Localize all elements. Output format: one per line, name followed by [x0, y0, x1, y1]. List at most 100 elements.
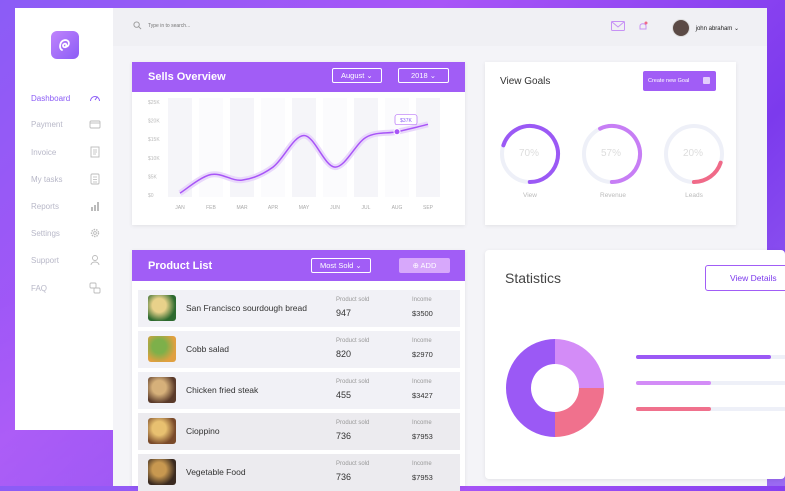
- sidebar-item-reports[interactable]: Reports: [31, 198, 101, 214]
- sidebar-item-label: Reports: [31, 201, 60, 211]
- income-label: Income: [412, 420, 432, 426]
- income-value: $3500: [412, 309, 433, 318]
- statistics-donut-chart: [506, 339, 604, 437]
- sidebar-item-label: Settings: [31, 228, 60, 238]
- y-tick-label: $15K: [148, 137, 160, 143]
- y-tick-label: $0: [148, 193, 154, 199]
- food-thumbnail: [148, 295, 176, 321]
- y-tick-label: $5K: [148, 174, 158, 180]
- product-sold-value: 736: [336, 431, 352, 441]
- product-list-card: Product List Most Sold ⌄ ⊕ ADD San Franc…: [132, 250, 465, 491]
- sidebar-item-my-tasks[interactable]: My tasks: [31, 171, 101, 187]
- income-value: $2970: [412, 350, 433, 359]
- sidebar-item-support[interactable]: Support: [31, 252, 101, 268]
- x-tick-label: AUG: [392, 205, 403, 211]
- sidebar-item-label: Invoice: [31, 147, 57, 157]
- pie-slice[interactable]: [506, 339, 555, 437]
- sells-overview-title: Sells Overview: [148, 71, 226, 83]
- goal-label: Leads: [685, 192, 703, 199]
- x-tick-label: JUL: [362, 205, 371, 211]
- add-product-button[interactable]: ⊕ ADD: [399, 258, 450, 273]
- topbar: john abraham ⌄: [113, 8, 767, 46]
- stat-bar-track: [636, 355, 785, 359]
- sidebar-item-payment[interactable]: Payment: [31, 116, 101, 132]
- goal-percent: 70%: [519, 148, 540, 159]
- x-tick-label: APR: [268, 205, 279, 211]
- food-thumbnail: [148, 459, 176, 485]
- sidebar-item-dashboard[interactable]: Dashboard: [31, 90, 101, 106]
- product-sold-value: 455: [336, 390, 352, 400]
- sidebar-item-label: Support: [31, 255, 60, 265]
- table-row[interactable]: Cobb salad Product sold 820 Income $2970: [138, 331, 460, 368]
- x-tick-label: SEP: [423, 205, 434, 211]
- product-sold-value: 736: [336, 472, 352, 482]
- product-name: Cobb salad: [186, 344, 230, 354]
- product-list-title: Product List: [148, 260, 213, 272]
- faq-icon: [89, 282, 101, 294]
- search-input[interactable]: [146, 21, 270, 30]
- food-thumbnail: [148, 377, 176, 403]
- product-sold-label: Product sold: [336, 297, 370, 303]
- product-name: Cioppino: [186, 426, 220, 436]
- view-details-button[interactable]: View Details: [705, 265, 785, 291]
- income-label: Income: [412, 338, 432, 344]
- view-details-label: View Details: [730, 273, 777, 283]
- sidebar-item-label: FAQ: [31, 283, 48, 293]
- sidebar-item-faq[interactable]: FAQ: [31, 280, 101, 296]
- dashboard-gauge-icon: [90, 96, 100, 102]
- stat-bar-track: [636, 407, 785, 411]
- income-label: Income: [412, 297, 432, 303]
- year-select[interactable]: 2018 ⌄: [398, 68, 450, 83]
- table-row[interactable]: Chicken fried steak Product sold 455 Income…: [138, 372, 460, 409]
- reports-chart-icon: [91, 202, 99, 211]
- product-sold-label: Product sold: [336, 420, 370, 426]
- chart-column-band: [168, 98, 192, 197]
- y-tick-label: $20K: [148, 119, 160, 125]
- x-tick-label: MAY: [299, 205, 310, 211]
- y-tick-label: $10K: [148, 156, 160, 162]
- settings-gear-icon: [90, 228, 100, 238]
- pie-slice[interactable]: [555, 339, 604, 388]
- chart-column-band: [323, 98, 347, 197]
- table-row[interactable]: Vegetable Food Product sold 736 Income $7953: [138, 454, 460, 491]
- table-row[interactable]: San Francisco sourdough bread Product sol…: [138, 290, 460, 327]
- income-value: $3427: [412, 391, 433, 400]
- app-logo[interactable]: [51, 31, 79, 59]
- tasks-icon: [90, 173, 100, 185]
- product-sold-label: Product sold: [336, 461, 370, 467]
- logo-icon: [59, 39, 70, 51]
- create-goal-label: Create new Goal: [648, 78, 690, 84]
- sidebar-item-label: Payment: [31, 119, 63, 129]
- x-tick-label: MAR: [236, 205, 248, 211]
- sells-overview-card: Sells Overview August ⌄ 2018 ⌄ $0 $5K $10K…: [132, 62, 465, 225]
- invoice-icon: [90, 146, 100, 158]
- user-menu[interactable]: john abraham ⌄: [671, 19, 739, 37]
- chart-point[interactable]: [393, 128, 401, 136]
- table-row[interactable]: Cioppino Product sold 736 Income $7953: [138, 413, 460, 450]
- sells-overview-header: Sells Overview August ⌄ 2018 ⌄: [132, 62, 465, 92]
- bell-icon[interactable]: [638, 21, 648, 32]
- month-select[interactable]: August ⌄: [332, 68, 382, 83]
- pie-slice[interactable]: [555, 388, 604, 437]
- search-icon[interactable]: [133, 21, 142, 30]
- income-value: $7953: [412, 473, 433, 482]
- view-goals-title: View Goals: [500, 76, 551, 87]
- mail-icon[interactable]: [611, 21, 625, 31]
- create-goal-button[interactable]: Create new Goal: [643, 71, 716, 91]
- income-label: Income: [412, 461, 432, 467]
- sells-line-chart: $0 $5K $10K $15K $20K $25K JAN FEB MAR APR MAY JUN J…: [148, 98, 440, 211]
- y-tick-label: $25K: [148, 100, 160, 106]
- sidebar-item-settings[interactable]: Settings: [31, 225, 101, 241]
- sidebar-item-label: My tasks: [31, 174, 63, 184]
- food-thumbnail: [148, 418, 176, 444]
- sidebar-item-invoice[interactable]: Invoice: [31, 144, 101, 160]
- product-name: San Francisco sourdough bread: [186, 303, 307, 313]
- chart-column-band: [416, 98, 440, 197]
- food-thumbnail: [148, 336, 176, 362]
- stat-bar-fill: [636, 381, 711, 385]
- goal-label: View: [523, 192, 537, 199]
- most-sold-filter[interactable]: Most Sold ⌄: [311, 258, 371, 273]
- search-box: [133, 21, 270, 30]
- product-sold-label: Product sold: [336, 379, 370, 385]
- income-value: $7953: [412, 432, 433, 441]
